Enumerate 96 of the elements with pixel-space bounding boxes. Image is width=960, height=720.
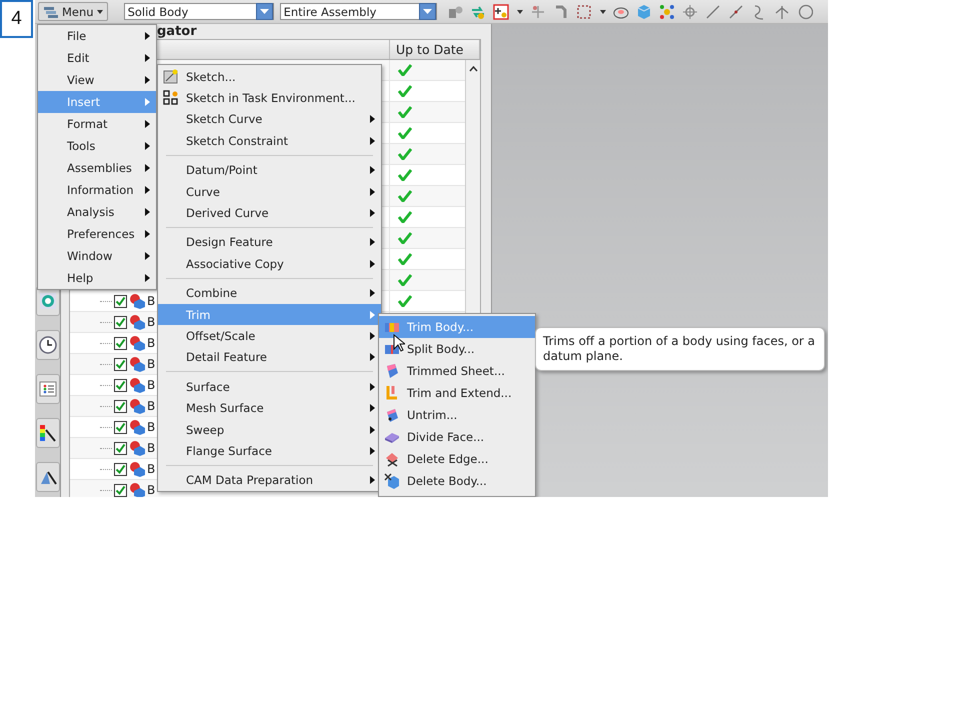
squares-icon	[163, 90, 179, 106]
menu-item[interactable]: Sketch...	[158, 66, 381, 88]
menu-item[interactable]: Flange Surface	[158, 440, 381, 462]
menu-item[interactable]: Surface	[158, 376, 381, 398]
part-icon	[129, 293, 145, 309]
menu-item[interactable]: Untrim...	[379, 404, 535, 426]
crosshair-icon[interactable]	[682, 4, 698, 20]
menu-item[interactable]: Associative Copy	[158, 253, 381, 275]
tree-item-label: B	[147, 378, 156, 392]
menu-item[interactable]: Datum/Point	[158, 160, 381, 181]
checkbox[interactable]	[114, 316, 127, 328]
selection-filter-dropdown[interactable]: Solid Body	[124, 3, 274, 20]
tree-item-label: B	[147, 441, 156, 455]
menu-item[interactable]: Analysis	[38, 201, 156, 223]
part-icon	[129, 356, 145, 372]
part-icon	[129, 440, 145, 456]
tree-item-label: B	[147, 315, 156, 329]
menu-item[interactable]: Information	[38, 179, 156, 201]
menu-item[interactable]: Mesh Surface	[158, 397, 381, 419]
checkbox[interactable]	[114, 484, 127, 496]
scroll-up-icon[interactable]	[468, 66, 478, 72]
menu-item[interactable]: Tools	[38, 135, 156, 157]
menu-item[interactable]: Delete Edge...	[379, 448, 535, 470]
menu-item[interactable]: Preferences	[38, 223, 156, 245]
part-icon	[129, 335, 145, 351]
side-tab[interactable]	[36, 462, 60, 492]
line-icon[interactable]	[704, 4, 721, 20]
caret-icon	[96, 8, 103, 14]
part-icon	[129, 482, 145, 497]
bracket-icon	[384, 385, 400, 401]
tree-item-label: B	[147, 357, 156, 371]
menu-item[interactable]: Assemblies	[38, 157, 156, 179]
part-icon	[129, 314, 145, 330]
menu-item[interactable]: Detail Feature	[158, 346, 381, 368]
checkbox[interactable]	[114, 420, 127, 434]
cursor-icon	[393, 334, 405, 352]
selection-scope-dropdown[interactable]: Entire Assembly	[280, 3, 437, 20]
menu-item[interactable]: Edit	[38, 47, 156, 69]
menu-item[interactable]: Format	[38, 113, 156, 135]
menu-item[interactable]: Offset/Scale	[158, 325, 381, 347]
side-tab[interactable]	[36, 418, 60, 448]
tree-item-label: B	[147, 462, 156, 476]
nodes-icon[interactable]	[658, 4, 675, 20]
menu-button[interactable]: Menu	[38, 2, 108, 21]
tree-item-label: B	[147, 294, 156, 308]
checkbox[interactable]	[114, 400, 127, 412]
cube-icon	[384, 473, 400, 489]
menu-item[interactable]: Divide Face...	[379, 426, 535, 448]
panel-title: gator	[157, 24, 197, 39]
menu-item[interactable]: CAM Data Preparation	[158, 470, 381, 492]
sheet-icon	[384, 363, 400, 379]
menu-item[interactable]: View	[38, 69, 156, 91]
color-bar-icon	[38, 424, 56, 442]
menu-item[interactable]: Trimmed Sheet...	[379, 360, 535, 382]
side-tab[interactable]	[36, 374, 60, 404]
side-tab[interactable]	[36, 330, 60, 360]
drawing-board-icon	[163, 69, 179, 85]
tooltip: Trims off a portion of a body using faces, or a datum plane.	[535, 327, 825, 371]
part-icon	[129, 377, 145, 393]
checkbox[interactable]	[114, 462, 127, 476]
tree-item-label: B	[147, 336, 156, 350]
menu-item[interactable]: Sweep	[158, 418, 381, 440]
menu-item[interactable]: Combine	[158, 282, 381, 304]
menu-item[interactable]: Design Feature	[158, 232, 381, 254]
cross-icon	[384, 451, 400, 467]
checkbox[interactable]	[114, 378, 127, 392]
sheet-icon	[384, 407, 400, 423]
clock-icon	[38, 336, 56, 354]
checkbox[interactable]	[114, 294, 127, 308]
menu-item[interactable]: Sketch Curve	[158, 108, 381, 130]
checkbox[interactable]	[114, 358, 127, 370]
menu-item[interactable]: File	[38, 25, 156, 47]
line-icon[interactable]	[728, 4, 744, 20]
menu-item[interactable]: Sketch Constraint	[158, 130, 381, 152]
axis-icon[interactable]	[774, 4, 790, 20]
menu-item[interactable]: Help	[38, 267, 156, 289]
plus-frame-icon[interactable]	[492, 4, 509, 20]
checkbox[interactable]	[114, 442, 127, 454]
list-icon	[38, 380, 56, 398]
menu-item[interactable]: Window	[38, 245, 156, 267]
part-icon	[129, 398, 145, 414]
tree-item-label: B	[147, 399, 156, 413]
menu-item[interactable]: Trim and Extend...	[379, 382, 535, 404]
menu-item[interactable]: Delete Body...	[379, 470, 535, 492]
menu-icon	[43, 4, 59, 18]
menu-item[interactable]: Curve	[158, 180, 381, 202]
tree-item-label: B	[147, 420, 156, 434]
dashed-box-icon[interactable]	[576, 4, 592, 20]
move-icon[interactable]	[530, 4, 546, 20]
checkbox[interactable]	[114, 336, 127, 350]
tree-item-label: B	[147, 483, 156, 497]
slide-number: 4	[0, 0, 33, 38]
part-icon	[129, 461, 145, 477]
menu-item[interactable]: Sketch in Task Environment...	[158, 87, 381, 109]
part-icon	[129, 419, 145, 435]
menu-item[interactable]: Derived Curve	[158, 202, 381, 224]
